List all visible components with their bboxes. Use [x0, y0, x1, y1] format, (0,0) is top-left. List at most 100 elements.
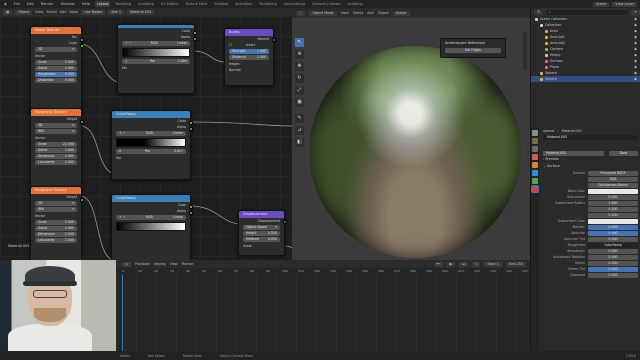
output-socket[interactable]: [189, 127, 193, 131]
dimension-field[interactable]: Dimension 2.000: [35, 154, 77, 159]
field-value[interactable]: [588, 188, 638, 194]
tl-menu-view[interactable]: View: [170, 262, 178, 266]
select-tool-icon[interactable]: ↖: [295, 38, 304, 47]
workspace-tab-sculpting[interactable]: Sculpting: [136, 1, 156, 7]
timeline-keyframe-area[interactable]: [116, 275, 530, 351]
colorramp-node-top[interactable]: Color Alpha + − RGB Linear 1 Pos 1.000 Fac: [117, 24, 197, 94]
material-slot-list[interactable]: Material.003: [540, 134, 640, 140]
workspace-tab-uv-editing[interactable]: UV Editing: [159, 1, 181, 7]
distortion-field[interactable]: Distortion 0.000: [35, 78, 77, 83]
roughness-field[interactable]: Roughness 0.500: [35, 72, 77, 77]
field-value[interactable]: 0.200: [588, 206, 638, 212]
add-cube-tool-icon[interactable]: ◧: [295, 138, 304, 147]
field-value[interactable]: 0.000: [588, 224, 638, 230]
field-value[interactable]: 0.000: [588, 272, 638, 278]
node-menu-view[interactable]: View: [35, 10, 43, 14]
workspace-tab-geometry-nodes[interactable]: Geometry Nodes: [310, 1, 343, 7]
preview-section-header[interactable]: › Preview: [540, 156, 640, 163]
filter-icon[interactable]: ⏷: [631, 9, 640, 15]
field-value[interactable]: 0.000: [588, 254, 638, 260]
output-socket[interactable]: [80, 198, 84, 202]
output-socket[interactable]: [283, 220, 287, 224]
menu-render[interactable]: Render: [39, 2, 56, 6]
output-socket[interactable]: [189, 205, 193, 209]
add-stop-icon[interactable]: + −: [119, 215, 125, 220]
surface-section-header[interactable]: ⌄ Surface: [540, 163, 640, 170]
transform-orientation-dropdown[interactable]: Global: [392, 10, 410, 16]
material-name-field[interactable]: Material.003: [126, 9, 155, 15]
type-dropdown[interactable]: fBM ▾: [35, 129, 77, 134]
field-value[interactable]: 0.500: [588, 230, 638, 236]
field-value[interactable]: 0.000: [588, 194, 638, 200]
end-frame-field[interactable]: End 250: [505, 261, 526, 267]
tl-menu-playback[interactable]: Playback: [135, 262, 150, 266]
musgrave-texture-node-2[interactable]: Musgrave Texture Height 3D ▾ fBM ▾ Vector …: [30, 186, 84, 260]
noise-texture-node[interactable]: Noise Texture Fac Color 3D ▾ Vector Scale…: [30, 26, 84, 112]
output-socket[interactable]: [189, 121, 193, 125]
lacunarity-field[interactable]: Lacunarity 2.000: [35, 238, 77, 243]
ramp-mode-row[interactable]: + − RGB Linear: [116, 131, 186, 136]
output-socket[interactable]: [80, 44, 84, 48]
distribution-dropdown[interactable]: GGX: [588, 176, 638, 182]
workspace-tab-layout[interactable]: Layout: [94, 1, 111, 7]
output-socket[interactable]: [193, 31, 197, 35]
scene-tab-icon[interactable]: [532, 154, 538, 160]
surface-shader-row[interactable]: Surface Principled BSDF: [540, 170, 640, 176]
dimension-field[interactable]: Dimension 2.000: [35, 232, 77, 237]
color-ramp-gradient[interactable]: [116, 222, 186, 231]
material-slot-dropdown[interactable]: Slot 1: [108, 9, 124, 15]
workspace-tab-shading[interactable]: Shading: [212, 1, 230, 7]
field-value[interactable]: 1.000: [588, 200, 638, 206]
output-socket[interactable]: [80, 120, 84, 124]
dimensions-dropdown[interactable]: 3D ▾: [35, 201, 77, 206]
detail-field[interactable]: Detail 2.000: [35, 148, 77, 153]
output-socket[interactable]: [189, 211, 193, 215]
output-socket[interactable]: [272, 38, 276, 42]
visibility-eye-icon[interactable]: ◉: [634, 76, 637, 82]
field-value[interactable]: [588, 218, 638, 224]
material-tab-icon[interactable]: [531, 185, 539, 193]
timeline-ruler[interactable]: 0 10 20 30 40 50 60 70 80 90 100 110 120 130 140 150 160…: [116, 268, 530, 275]
color-ramp-gradient[interactable]: [122, 48, 190, 57]
modifier-tab-icon[interactable]: [532, 170, 538, 176]
bsdf-input-row[interactable]: Subsurface Radius 1.000: [540, 200, 640, 206]
scene-selector[interactable]: Scene: [593, 1, 610, 7]
timeline-type-icon[interactable]: ◷: [122, 261, 131, 267]
start-frame-field[interactable]: Start 1: [484, 261, 502, 267]
color-ramp-gradient[interactable]: [116, 138, 186, 147]
strength-field[interactable]: Strength 1.000: [229, 49, 269, 54]
cursor-tool-icon[interactable]: ⊕: [295, 50, 304, 59]
ramp-mode-row[interactable]: + − RGB Linear: [122, 41, 190, 46]
output-socket[interactable]: [193, 37, 197, 41]
play-icon[interactable]: ▶: [446, 261, 456, 267]
output-socket[interactable]: [80, 38, 84, 42]
invert-checkbox[interactable]: ☐ Invert: [225, 42, 273, 48]
rotate-tool-icon[interactable]: ↻: [295, 74, 304, 83]
object-mode-dropdown[interactable]: Object Mode: [309, 10, 337, 16]
object-tab-icon[interactable]: [532, 162, 538, 168]
measure-tool-icon[interactable]: ⊿: [295, 126, 304, 135]
distance-field[interactable]: Distance 1.000: [229, 55, 269, 60]
annotate-tool-icon[interactable]: ✎: [295, 114, 304, 123]
jump-start-icon[interactable]: ⏮: [433, 261, 443, 267]
blender-logo-icon[interactable]: ◈: [2, 2, 9, 6]
tool-tab-icon[interactable]: [532, 130, 538, 136]
workspace-tab-scripting[interactable]: Scripting: [346, 1, 365, 7]
bump-node[interactable]: Bump Normal ☐ Invert Strength 1.000 Distan…: [224, 28, 276, 86]
node-editor-object-dropdown[interactable]: Object: [15, 9, 33, 15]
tl-menu-keying[interactable]: Keying: [154, 262, 165, 266]
data-tab-icon[interactable]: [532, 178, 538, 184]
scale-field[interactable]: Scale 5.000: [35, 60, 77, 65]
space-dropdown[interactable]: Object Space ▾: [243, 225, 280, 230]
field-value[interactable]: 0.500: [588, 266, 638, 272]
bsdf-input-row[interactable]: Clearcoat 0.000: [540, 272, 640, 278]
tl-menu-marker[interactable]: Marker: [182, 262, 194, 266]
field-value[interactable]: 0.000: [588, 236, 638, 242]
add-stop-icon[interactable]: + −: [125, 41, 131, 46]
menu-window[interactable]: Window: [59, 2, 77, 6]
outliner-tree[interactable]: Scene Collection ◉ Collection ◉ Area ◉ Area.00…: [531, 16, 640, 82]
height-field[interactable]: Height 0.500: [243, 231, 280, 236]
displacement-node[interactable]: Displacement Displacement Object Space ▾ …: [238, 210, 287, 256]
outliner-item[interactable]: Sphere ◉: [531, 76, 640, 82]
node-menu-add[interactable]: Add: [60, 10, 67, 14]
